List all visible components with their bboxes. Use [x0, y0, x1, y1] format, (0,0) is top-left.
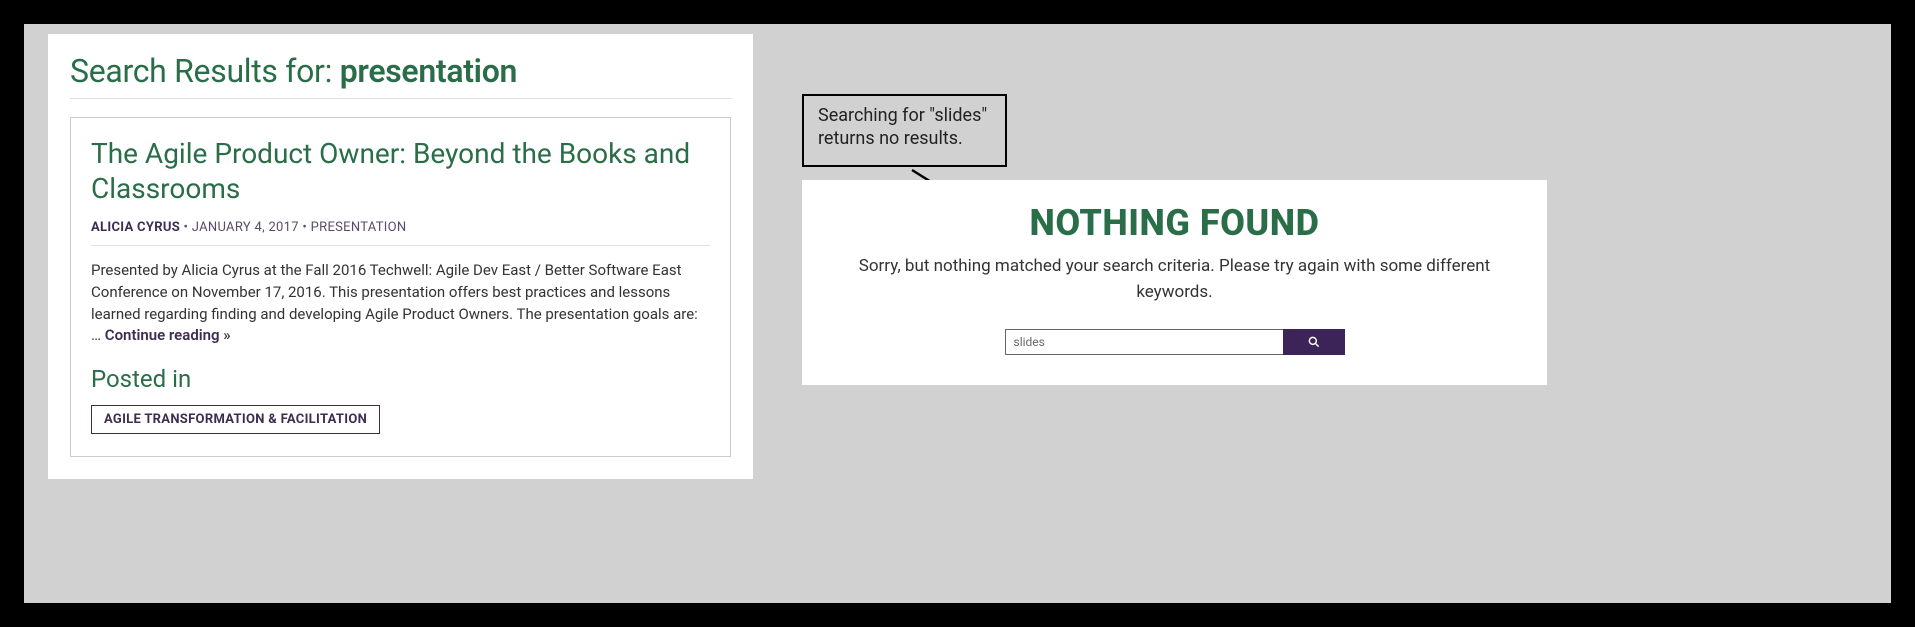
search-button[interactable] [1283, 329, 1345, 355]
search-form [1005, 329, 1345, 355]
posted-in-label: Posted in [91, 365, 710, 393]
annotation-callout: Searching for "slides" returns no result… [802, 94, 1007, 167]
search-results-card: Search Results for: presentation The Agi… [48, 34, 753, 479]
result-meta: ALICIA CYRUS • JANUARY 4, 2017 • PRESENT… [91, 220, 710, 235]
result-date: JANUARY 4, 2017 [192, 220, 299, 235]
no-results-message: Sorry, but nothing matched your search c… [830, 254, 1519, 305]
continue-reading-link[interactable]: Continue reading » [105, 326, 231, 344]
search-term: presentation [340, 52, 517, 90]
meta-separator: • [299, 220, 311, 235]
search-results-heading: Search Results for: presentation [70, 52, 731, 90]
nothing-found-heading: NOTHING FOUND [830, 202, 1519, 244]
no-results-card: NOTHING FOUND Sorry, but nothing matched… [802, 180, 1547, 385]
search-results-prefix: Search Results for: [70, 52, 340, 90]
search-icon [1307, 335, 1321, 349]
meta-separator: • [180, 220, 192, 235]
divider [70, 98, 731, 99]
search-result-item: The Agile Product Owner: Beyond the Book… [70, 117, 731, 457]
category-tag[interactable]: AGILE TRANSFORMATION & FACILITATION [91, 405, 380, 434]
diagram-frame: Search Results for: presentation The Agi… [24, 24, 1891, 603]
result-author[interactable]: ALICIA CYRUS [91, 220, 180, 235]
result-category[interactable]: PRESENTATION [311, 220, 407, 235]
result-excerpt: Presented by Alicia Cyrus at the Fall 20… [91, 260, 710, 347]
search-input[interactable] [1005, 329, 1283, 355]
result-title-link[interactable]: The Agile Product Owner: Beyond the Book… [91, 136, 710, 206]
divider [91, 245, 710, 246]
